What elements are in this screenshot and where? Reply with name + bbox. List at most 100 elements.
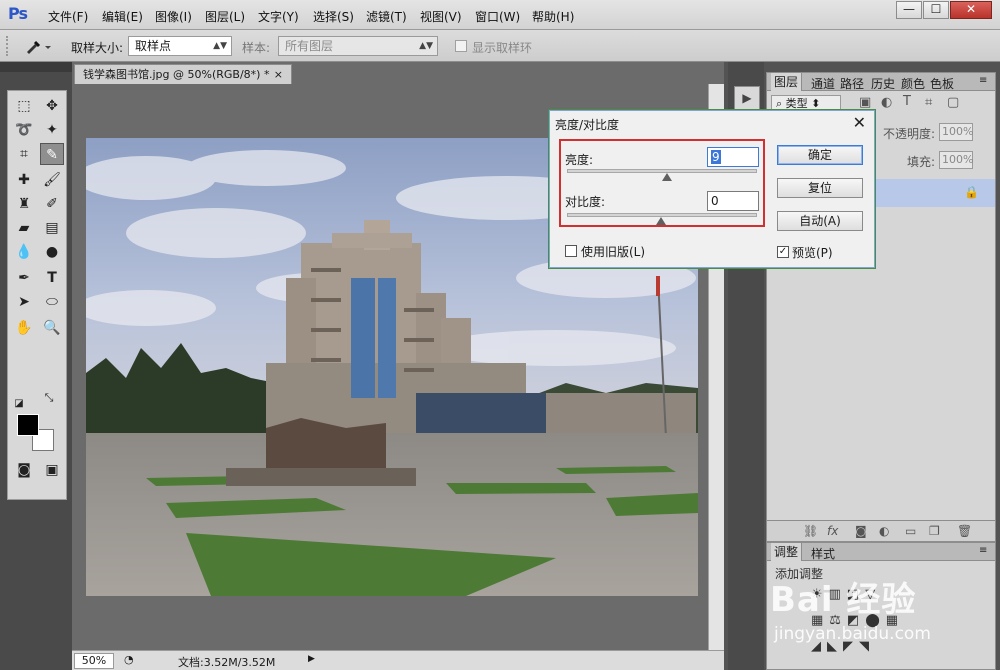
sample-size-select[interactable]: 取样点 ▲▼	[128, 36, 232, 56]
menu-help[interactable]: 帮助(H)	[532, 8, 574, 25]
toolbox: ⬚ ✥ ➰ ✦ ⌗ ✎ ✚ 🖌 ♜ ✐ ▰ ▤ 💧 ● ✒ T ➤ ⬭ ✋ 🔍 …	[0, 62, 72, 670]
magic-wand-icon[interactable]: ✦	[40, 119, 64, 141]
eyedropper-icon[interactable]	[24, 38, 52, 54]
preview-label: 预览(P)	[792, 246, 833, 260]
opacity-field[interactable]: 100%	[939, 123, 973, 141]
legacy-checkbox[interactable]	[565, 245, 577, 257]
blur-tool-icon[interactable]: 💧	[12, 241, 36, 263]
brightness-slider-thumb[interactable]	[662, 173, 672, 181]
move-tool-icon[interactable]: ✥	[40, 95, 64, 117]
tab-layers[interactable]: 图层	[771, 73, 803, 91]
menu-bar: Ps 文件(F) 编辑(E) 图像(I) 图层(L) 文字(Y) 选择(S) 滤…	[0, 0, 1000, 30]
brightness-value: 9	[711, 150, 721, 164]
crop-tool-icon[interactable]: ⌗	[12, 143, 36, 165]
fill-field[interactable]: 100%	[939, 151, 973, 169]
menu-type[interactable]: 文字(Y)	[258, 8, 299, 25]
foreground-color-swatch[interactable]	[17, 414, 39, 436]
eraser-tool-icon[interactable]: ▰	[12, 217, 36, 239]
add-adjustment-label: 添加调整	[775, 567, 824, 581]
filter-adjust-icon[interactable]: ◐	[881, 95, 892, 110]
adjust-menu-icon[interactable]: ≡	[979, 545, 987, 556]
menu-view[interactable]: 视图(V)	[420, 8, 462, 25]
show-ring-checkbox[interactable]	[455, 40, 467, 52]
close-tab-icon[interactable]: ×	[274, 65, 283, 84]
menu-select[interactable]: 选择(S)	[313, 8, 354, 25]
tab-adjustments[interactable]: 调整	[771, 543, 803, 561]
filter-shape-icon[interactable]: ⌗	[925, 95, 932, 110]
menu-edit[interactable]: 编辑(E)	[102, 8, 143, 25]
healing-brush-icon[interactable]: ✚	[12, 169, 36, 191]
layer-row-background[interactable]: 🔒	[875, 179, 995, 207]
auto-button[interactable]: 自动(A)	[777, 211, 863, 231]
stamp-tool-icon[interactable]: ♜	[12, 193, 36, 215]
menu-layer[interactable]: 图层(L)	[205, 8, 245, 25]
play-icon[interactable]: ▶	[734, 86, 760, 110]
reset-button[interactable]: 复位	[777, 178, 863, 198]
sample-size-label: 取样大小:	[71, 41, 124, 55]
document-size-info: 文档:3.52M/3.52M	[178, 656, 276, 669]
restore-button[interactable]: ☐	[923, 1, 949, 19]
tab-color[interactable]: 颜色	[901, 75, 925, 92]
path-select-icon[interactable]: ➤	[12, 291, 36, 313]
zoom-tool-icon[interactable]: 🔍	[40, 317, 64, 339]
marquee-tool-icon[interactable]: ⬚	[12, 95, 36, 117]
screen-mode-icon[interactable]: ▣	[40, 459, 64, 481]
tab-paths[interactable]: 路径	[840, 75, 864, 92]
sample-size-value: 取样点	[135, 39, 172, 53]
minimize-button[interactable]: —	[896, 1, 922, 19]
adjustment-layer-icon[interactable]: ◐	[879, 524, 889, 538]
panel-menu-icon[interactable]: ≡	[979, 75, 987, 86]
sample-label: 样本:	[242, 41, 271, 55]
filter-smart-icon[interactable]: ▢	[947, 95, 959, 110]
status-bar: 50% ◔ 文档:3.52M/3.52M ▶	[72, 650, 724, 670]
preview-checkbox[interactable]: ✓	[777, 246, 789, 258]
tab-styles[interactable]: 样式	[811, 545, 835, 562]
eyedropper-tool-icon[interactable]: ✎	[40, 143, 64, 165]
status-menu-icon[interactable]: ◔	[124, 653, 134, 666]
close-button[interactable]: ✕	[950, 1, 992, 19]
trash-icon[interactable]: 🗑	[957, 524, 972, 538]
type-tool-icon[interactable]: T	[40, 267, 64, 289]
default-colors-icon[interactable]: ◪	[12, 397, 26, 411]
status-arrow-icon[interactable]: ▶	[308, 654, 315, 664]
adjustment-icons-row-2[interactable]: ▦⚖◩⬤▦	[811, 613, 904, 628]
adjust-panel-tabs: 调整 样式 ≡	[767, 543, 995, 561]
contrast-input[interactable]: 0	[707, 191, 759, 211]
document-tab[interactable]: 钱学森图书馆.jpg @ 50%(RGB/8*) * ×	[74, 64, 292, 84]
link-icon[interactable]: ⛓	[803, 524, 818, 538]
new-layer-icon[interactable]: ❐	[929, 524, 940, 538]
brightness-input[interactable]: 9	[707, 147, 759, 167]
ok-button[interactable]: 确定	[777, 145, 863, 165]
contrast-slider-thumb[interactable]	[656, 217, 666, 225]
swap-colors-icon[interactable]: ⤡	[42, 391, 56, 405]
zoom-field[interactable]: 50%	[74, 653, 114, 669]
menu-image[interactable]: 图像(I)	[155, 8, 192, 25]
hand-tool-icon[interactable]: ✋	[12, 317, 36, 339]
brush-tool-icon[interactable]: 🖌	[40, 169, 64, 191]
pen-tool-icon[interactable]: ✒	[12, 267, 36, 289]
document-title: 钱学森图书馆.jpg @ 50%(RGB/8*) *	[83, 68, 270, 81]
dialog-close-icon[interactable]: ✕	[853, 113, 866, 132]
group-folder-icon[interactable]: ▭	[905, 524, 916, 538]
menu-filter[interactable]: 滤镜(T)	[366, 8, 407, 25]
filter-type-icon[interactable]: T	[903, 94, 911, 109]
menu-file[interactable]: 文件(F)	[48, 8, 88, 25]
toolbox-header[interactable]	[0, 62, 72, 72]
ellipse-tool-icon[interactable]: ⬭	[40, 291, 64, 313]
fx-icon[interactable]: fx	[827, 524, 838, 538]
sample-select[interactable]: 所有图层 ▲▼	[278, 36, 438, 56]
history-brush-icon[interactable]: ✐	[40, 193, 64, 215]
tab-channels[interactable]: 通道	[811, 75, 835, 92]
contrast-label: 对比度:	[565, 195, 606, 209]
adjustment-icons-row-3[interactable]: ◢◣◤◥	[811, 639, 875, 654]
menu-window[interactable]: 窗口(W)	[475, 8, 520, 25]
quick-mask-icon[interactable]: ◙	[12, 459, 36, 481]
lasso-tool-icon[interactable]: ➰	[12, 119, 36, 141]
dodge-tool-icon[interactable]: ●	[40, 241, 64, 263]
mask-icon[interactable]: ◙	[855, 524, 867, 538]
tab-history[interactable]: 历史	[871, 75, 895, 92]
filter-pixel-icon[interactable]: ▣	[859, 95, 871, 110]
adjustment-icons-row[interactable]: ☀▥◧▽	[811, 587, 881, 602]
gradient-tool-icon[interactable]: ▤	[40, 217, 64, 239]
tab-swatches[interactable]: 色板	[930, 75, 954, 92]
